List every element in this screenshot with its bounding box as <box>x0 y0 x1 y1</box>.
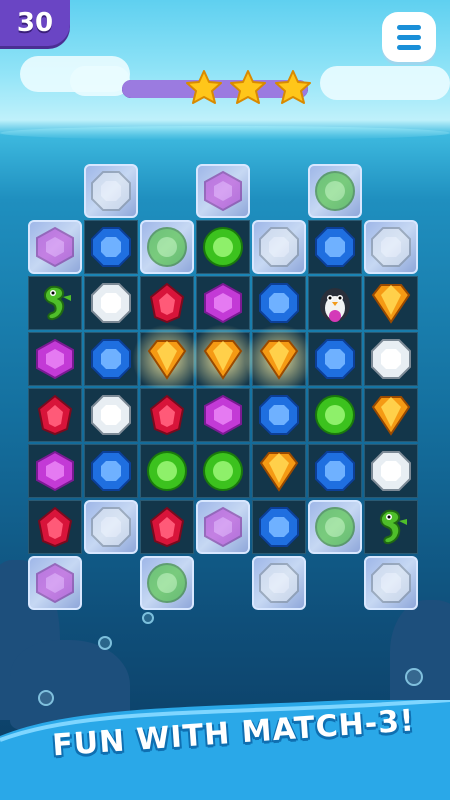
blue-gem[interactable] <box>252 388 306 442</box>
green-gem[interactable] <box>308 388 362 442</box>
white-gem-frozen[interactable] <box>364 220 418 274</box>
purple-gem-frozen[interactable] <box>196 500 250 554</box>
blue-gem[interactable] <box>252 500 306 554</box>
red-gem[interactable] <box>140 276 194 330</box>
moves-counter: 30 <box>0 0 70 46</box>
red-gem[interactable] <box>28 388 82 442</box>
green-gem-frozen[interactable] <box>308 500 362 554</box>
orange-gem[interactable] <box>364 388 418 442</box>
game-screen: 30 FUN WITH MATCH-3! <box>0 0 450 800</box>
orange-gem[interactable] <box>364 276 418 330</box>
hamburger-menu-icon <box>397 24 421 50</box>
white-gem-frozen[interactable] <box>252 556 306 610</box>
blue-gem[interactable] <box>308 220 362 274</box>
penguin-piece[interactable] <box>308 276 362 330</box>
moves-counter-value: 30 <box>16 8 54 38</box>
white-gem[interactable] <box>364 444 418 498</box>
bubble <box>98 636 112 650</box>
blue-gem[interactable] <box>252 276 306 330</box>
purple-gem-frozen[interactable] <box>196 164 250 218</box>
green-gem[interactable] <box>196 444 250 498</box>
seahorse-piece[interactable] <box>364 500 418 554</box>
white-gem-frozen[interactable] <box>84 500 138 554</box>
purple-gem[interactable] <box>196 276 250 330</box>
white-gem-frozen[interactable] <box>252 220 306 274</box>
seahorse-piece[interactable] <box>28 276 82 330</box>
purple-gem[interactable] <box>196 388 250 442</box>
red-gem[interactable] <box>140 500 194 554</box>
blue-gem[interactable] <box>84 444 138 498</box>
blue-gem[interactable] <box>308 444 362 498</box>
white-gem-frozen[interactable] <box>364 556 418 610</box>
orange-gem[interactable] <box>252 444 306 498</box>
star-icon <box>230 70 266 104</box>
white-gem[interactable] <box>84 276 138 330</box>
green-gem-frozen[interactable] <box>308 164 362 218</box>
green-gem-frozen[interactable] <box>140 220 194 274</box>
purple-gem[interactable] <box>28 444 82 498</box>
red-gem[interactable] <box>28 500 82 554</box>
red-gem[interactable] <box>140 388 194 442</box>
bubble <box>142 612 154 624</box>
purple-gem[interactable] <box>28 332 82 386</box>
green-gem[interactable] <box>196 220 250 274</box>
blue-gem[interactable] <box>84 220 138 274</box>
green-gem[interactable] <box>140 444 194 498</box>
star-icon <box>275 70 311 104</box>
orange-gem[interactable] <box>252 332 306 386</box>
white-gem-frozen[interactable] <box>84 164 138 218</box>
white-gem[interactable] <box>84 388 138 442</box>
bubble <box>405 668 423 686</box>
cloud <box>320 66 450 100</box>
orange-gem[interactable] <box>140 332 194 386</box>
menu-button[interactable] <box>382 12 436 62</box>
blue-gem[interactable] <box>308 332 362 386</box>
star-icon <box>186 70 222 104</box>
green-gem-frozen[interactable] <box>140 556 194 610</box>
purple-gem-frozen[interactable] <box>28 556 82 610</box>
purple-gem-frozen[interactable] <box>28 220 82 274</box>
water-surface <box>0 126 450 140</box>
orange-gem[interactable] <box>196 332 250 386</box>
blue-gem[interactable] <box>84 332 138 386</box>
cloud <box>70 66 130 96</box>
white-gem[interactable] <box>364 332 418 386</box>
